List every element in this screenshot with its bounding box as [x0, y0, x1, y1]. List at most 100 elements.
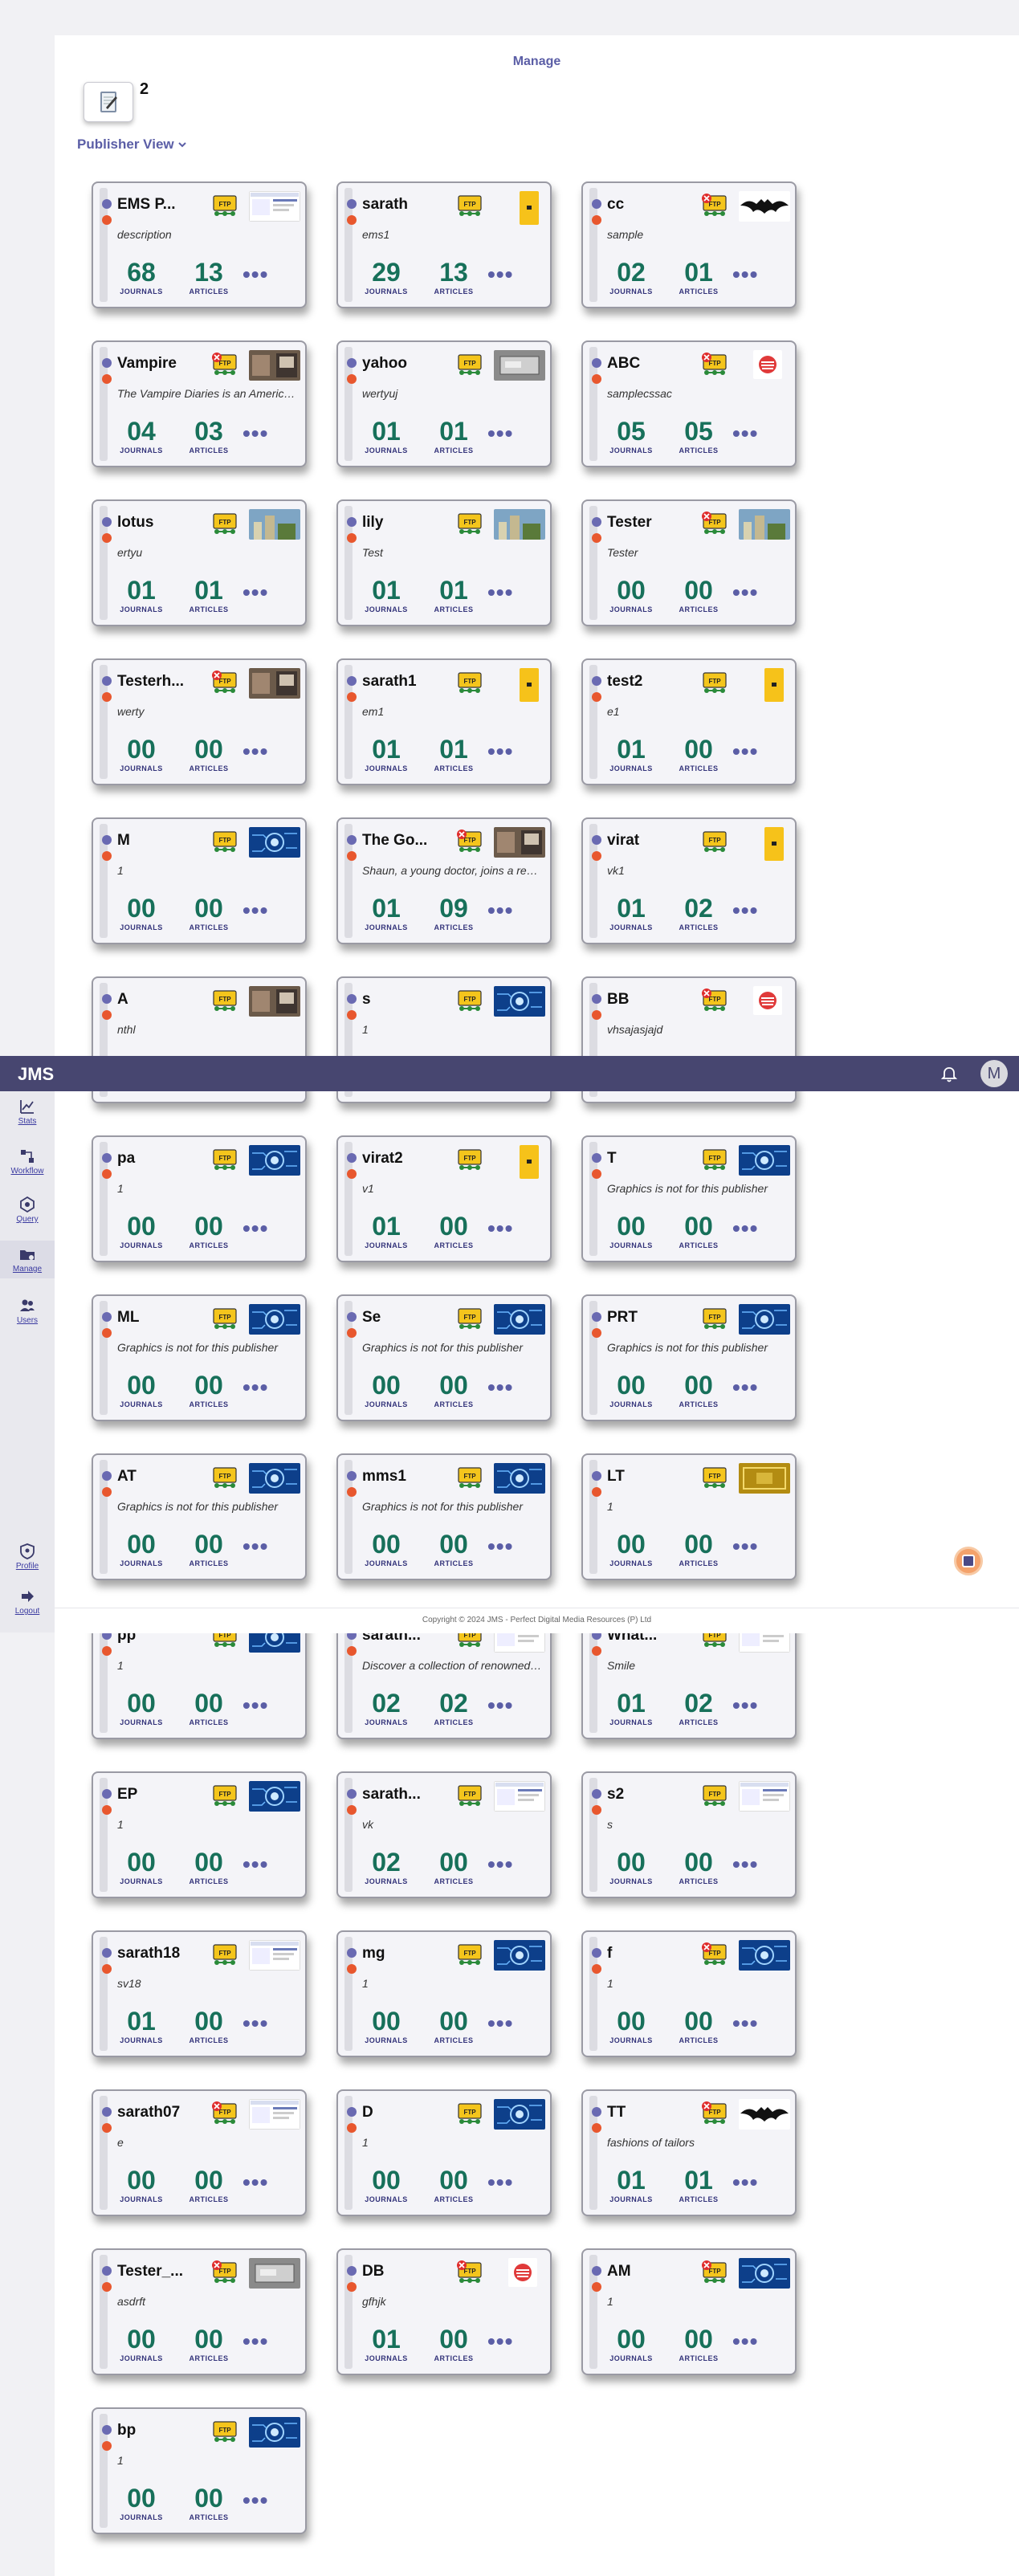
articles-stat[interactable]: 00 ARTICLES: [185, 2166, 233, 2203]
more-options-button[interactable]: •••: [487, 1535, 513, 1558]
publisher-card[interactable]: TT FTP fashions of tailors 01 JOURNALS 01 ARTI…: [581, 2089, 797, 2216]
journals-stat[interactable]: 00 JOURNALS: [117, 1372, 165, 1408]
status-dot-red[interactable]: [102, 2123, 112, 2133]
sidebar-item-users[interactable]: Users: [0, 1297, 55, 1325]
publisher-name[interactable]: pa: [117, 1150, 214, 1168]
status-dot-blue[interactable]: [592, 2266, 601, 2276]
ftp-icon[interactable]: FTP: [700, 1147, 729, 1172]
publisher-card[interactable]: cc FTP sample 02 JOURNALS 01 ARTICLES •••: [581, 181, 797, 308]
status-dot-red[interactable]: [592, 1646, 601, 1656]
ftp-error-icon[interactable]: FTP: [700, 988, 729, 1013]
ftp-icon[interactable]: FTP: [210, 1465, 239, 1490]
publisher-name[interactable]: EP: [117, 1786, 214, 1804]
publisher-name[interactable]: Tester_...: [117, 2263, 214, 2280]
more-options-button[interactable]: •••: [243, 1535, 268, 1558]
publisher-name[interactable]: sarath: [362, 196, 459, 214]
status-dot-red[interactable]: [347, 692, 357, 702]
publisher-name[interactable]: lily: [362, 514, 459, 532]
publisher-card[interactable]: The Go... FTP Shaun, a young doctor, joins…: [336, 817, 552, 944]
ftp-icon[interactable]: FTP: [210, 2419, 239, 2444]
articles-stat[interactable]: 02 ARTICLES: [675, 1689, 723, 1726]
publisher-name[interactable]: sarath18: [117, 1945, 214, 1963]
status-dot-red[interactable]: [347, 1169, 357, 1179]
articles-stat[interactable]: 00 ARTICLES: [185, 2484, 233, 2521]
ftp-error-icon[interactable]: FTP: [210, 2260, 239, 2285]
publisher-name[interactable]: M: [117, 832, 214, 850]
status-dot-red[interactable]: [592, 692, 601, 702]
publisher-card[interactable]: f FTP 1 00 JOURNALS 00 ARTICLES •••: [581, 1930, 797, 2057]
status-dot-red[interactable]: [102, 1328, 112, 1338]
more-options-button[interactable]: •••: [732, 899, 758, 922]
publisher-name[interactable]: virat2: [362, 1150, 459, 1168]
ftp-error-icon[interactable]: FTP: [700, 511, 729, 536]
journals-stat[interactable]: 00 JOURNALS: [362, 1372, 410, 1408]
publisher-name[interactable]: Se: [362, 1309, 459, 1327]
status-dot-blue[interactable]: [347, 199, 357, 209]
status-dot-red[interactable]: [592, 533, 601, 543]
bell-icon[interactable]: [940, 1066, 958, 1083]
ftp-icon[interactable]: FTP: [700, 670, 729, 695]
articles-stat[interactable]: 01 ARTICLES: [430, 736, 478, 772]
articles-stat[interactable]: 00 ARTICLES: [185, 2325, 233, 2362]
publisher-name[interactable]: EMS P...: [117, 196, 214, 214]
status-dot-red[interactable]: [102, 1010, 112, 1020]
articles-stat[interactable]: 00 ARTICLES: [185, 1689, 233, 1726]
status-dot-red[interactable]: [102, 215, 112, 225]
more-options-button[interactable]: •••: [487, 1694, 513, 1717]
status-dot-red[interactable]: [347, 1646, 357, 1656]
publisher-card[interactable]: mg FTP 1 00 JOURNALS 00 ARTICLES •••: [336, 1930, 552, 2057]
publisher-name[interactable]: sarath07: [117, 2104, 214, 2122]
journals-stat[interactable]: 00 JOURNALS: [117, 1689, 165, 1726]
journals-stat[interactable]: 00 JOURNALS: [607, 1372, 655, 1408]
status-dot-blue[interactable]: [592, 517, 601, 527]
publisher-name[interactable]: virat: [607, 832, 703, 850]
ftp-icon[interactable]: FTP: [210, 829, 239, 854]
publisher-name[interactable]: test2: [607, 673, 703, 691]
more-options-button[interactable]: •••: [487, 2171, 513, 2194]
publisher-name[interactable]: s: [362, 991, 459, 1009]
publisher-card[interactable]: AM FTP 1 00 JOURNALS 00 ARTICLES •••: [581, 2248, 797, 2375]
more-options-button[interactable]: •••: [487, 2330, 513, 2353]
publisher-card[interactable]: EMS P... FTP description 68 JOURNALS 13 ARTICL…: [92, 181, 307, 308]
journals-stat[interactable]: 01 JOURNALS: [607, 2166, 655, 2203]
articles-stat[interactable]: 00 ARTICLES: [185, 895, 233, 931]
status-dot-red[interactable]: [592, 1487, 601, 1497]
status-dot-blue[interactable]: [592, 994, 601, 1004]
publisher-card[interactable]: EP FTP 1 00 JOURNALS 00 ARTICLES •••: [92, 1771, 307, 1898]
ftp-icon[interactable]: FTP: [700, 1306, 729, 1331]
more-options-button[interactable]: •••: [243, 899, 268, 922]
status-dot-blue[interactable]: [347, 1153, 357, 1163]
more-options-button[interactable]: •••: [732, 263, 758, 286]
ftp-icon[interactable]: FTP: [210, 1942, 239, 1967]
status-dot-blue[interactable]: [347, 1471, 357, 1481]
journals-stat[interactable]: 01 JOURNALS: [117, 2007, 165, 2044]
journals-stat[interactable]: 00 JOURNALS: [607, 1213, 655, 1249]
status-dot-blue[interactable]: [347, 2266, 357, 2276]
journals-stat[interactable]: 01 JOURNALS: [607, 895, 655, 931]
status-dot-red[interactable]: [347, 1328, 357, 1338]
status-dot-blue[interactable]: [102, 1471, 112, 1481]
publisher-card[interactable]: virat FTP vk1 01 JOURNALS 02 ARTICLES •••: [581, 817, 797, 944]
status-dot-red[interactable]: [592, 1328, 601, 1338]
publisher-name[interactable]: s2: [607, 1786, 703, 1804]
status-dot-red[interactable]: [592, 1805, 601, 1815]
more-options-button[interactable]: •••: [732, 2330, 758, 2353]
publisher-name[interactable]: lotus: [117, 514, 214, 532]
ftp-icon[interactable]: FTP: [455, 1465, 484, 1490]
articles-stat[interactable]: 00 ARTICLES: [185, 1848, 233, 1885]
more-options-button[interactable]: •••: [243, 1217, 268, 1240]
articles-stat[interactable]: 13 ARTICLES: [430, 259, 478, 296]
journals-stat[interactable]: 01 JOURNALS: [362, 418, 410, 454]
status-dot-red[interactable]: [592, 2123, 601, 2133]
ftp-icon[interactable]: FTP: [700, 1783, 729, 1808]
publisher-card[interactable]: DB FTP gfhjk 01 JOURNALS 00 ARTICLES •••: [336, 2248, 552, 2375]
articles-stat[interactable]: 05 ARTICLES: [675, 418, 723, 454]
journals-stat[interactable]: 01 JOURNALS: [607, 736, 655, 772]
publisher-name[interactable]: sarath1: [362, 673, 459, 691]
publisher-card[interactable]: LT FTP 1 00 JOURNALS 00 ARTICLES •••: [581, 1453, 797, 1580]
journals-stat[interactable]: 05 JOURNALS: [607, 418, 655, 454]
journals-stat[interactable]: 00 JOURNALS: [607, 2007, 655, 2044]
journals-stat[interactable]: 29 JOURNALS: [362, 259, 410, 296]
status-dot-red[interactable]: [592, 1010, 601, 1020]
status-dot-blue[interactable]: [592, 1312, 601, 1322]
